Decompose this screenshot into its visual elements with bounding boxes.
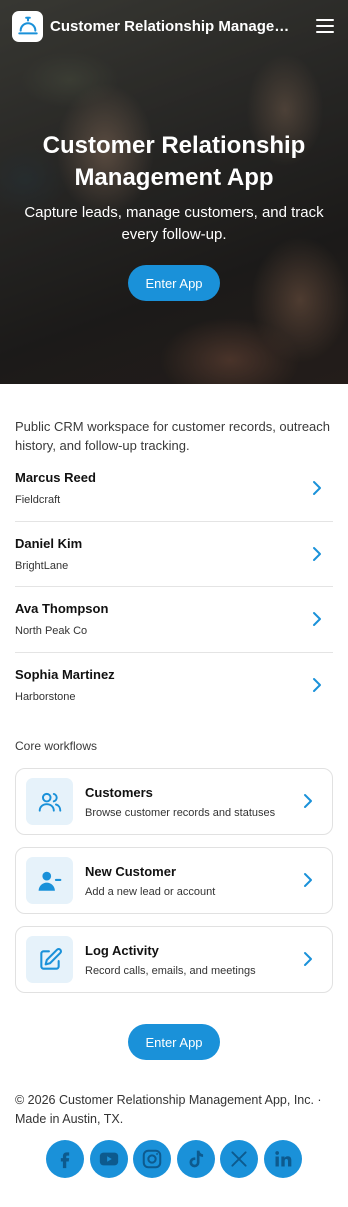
workflow-description: Record calls, emails, and meetings [85,965,256,977]
chevron-right-icon [304,952,312,966]
chevron-right-icon [304,873,312,887]
instagram-icon[interactable] [133,1140,171,1178]
list-item[interactable]: Ava Thompson North Peak Co [15,587,333,653]
hero-section: Customer Relationship Management App Cus… [0,0,348,384]
workflow-icon-box [26,778,73,825]
contact-list: Marcus Reed Fieldcraft Daniel Kim Bright… [15,456,333,718]
chevron-right-icon [313,546,321,561]
workflow-icon-box [26,936,73,983]
users-icon [38,792,61,812]
workflow-card-new-customer[interactable]: New Customer Add a new lead or account [15,847,333,914]
workflow-title: Customers [85,785,153,800]
enter-app-button[interactable]: Enter App [128,265,220,301]
workflow-description: Add a new lead or account [85,886,216,898]
contact-company: Harborstone [15,690,76,703]
chevron-right-icon [304,794,312,808]
section-label: Core workflows [15,739,98,753]
social-links [46,1140,302,1178]
contact-name: Daniel Kim [15,535,83,551]
workflow-card-customers[interactable]: Customers Browse customer records and st… [15,768,333,835]
x-icon[interactable] [220,1140,258,1178]
contact-name: Ava Thompson [15,601,109,616]
footer-copyright: © 2026 Customer Relationship Management … [15,1093,322,1126]
contact-name: Sophia Martinez [15,666,115,682]
user-minus-icon [38,871,61,891]
chevron-right-icon [313,677,321,692]
youtube-icon[interactable] [89,1140,128,1178]
workflow-title: New Customer [85,864,177,879]
top-bar: Customer Relationship Management App [0,0,348,52]
facebook-icon[interactable] [46,1140,84,1178]
workflow-icon-box [26,857,73,904]
contact-company: BrightLane [15,559,69,572]
app-logo[interactable] [12,10,43,42]
list-item[interactable]: Sophia Martinez Harborstone [15,653,333,719]
chevron-right-icon [313,481,321,495]
app-title: Customer Relationship Management App [50,17,300,35]
workflow-card-log-activity[interactable]: Log Activity Record calls, emails, and m… [15,926,333,993]
workflow-description: Browse customer records and statuses [85,807,276,819]
intro-text: Public CRM workspace for customer record… [15,419,331,453]
workflow-title: Log Activity [85,943,159,958]
contact-company: North Peak Co [15,625,88,637]
service-bell-icon [17,16,38,35]
enter-app-button-bottom[interactable]: Enter App [128,1024,220,1060]
list-item[interactable]: Daniel Kim BrightLane [15,522,333,587]
hero-title: Customer Relationship Management App [42,132,306,191]
edit-icon [39,947,62,970]
tiktok-icon[interactable] [176,1140,215,1178]
chevron-right-icon [313,612,321,626]
hero-subtitle: Capture leads, manage customers, and tra… [24,204,324,243]
linkedin-icon[interactable] [263,1140,302,1178]
contact-name: Marcus Reed [15,470,96,485]
list-item[interactable]: Marcus Reed Fieldcraft [15,456,333,522]
contact-company: Fieldcraft [15,494,61,506]
hamburger-menu-icon[interactable] [316,19,334,33]
